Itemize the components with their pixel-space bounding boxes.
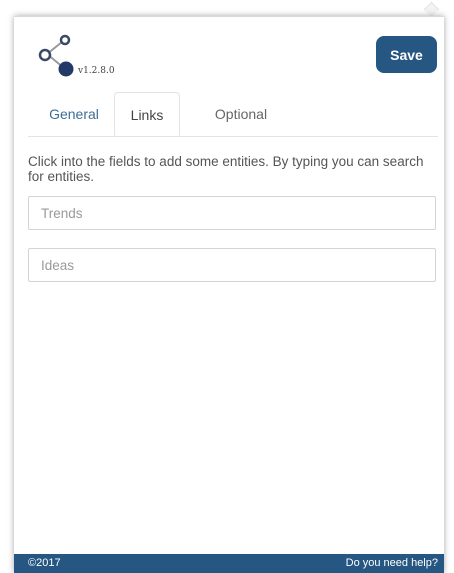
help-link[interactable]: Do you need help?	[346, 554, 438, 573]
save-button[interactable]: Save	[376, 36, 437, 73]
instructions-text: Click into the fields to add some entiti…	[28, 154, 424, 184]
copyright-text: ©2017	[28, 557, 61, 569]
trends-input[interactable]	[28, 196, 436, 230]
tab-optional[interactable]: Optional	[198, 92, 284, 136]
popup-notch	[423, 1, 440, 18]
extension-popup: v1.2.8.0 Save General Links Optional Cli…	[14, 16, 444, 573]
tab-links[interactable]: Links	[114, 92, 180, 136]
footer-bar: ©2017 Do you need help?	[14, 554, 444, 573]
tab-general[interactable]: General	[44, 92, 104, 136]
tab-bar: General Links Optional	[28, 92, 438, 137]
version-label: v1.2.8.0	[78, 66, 115, 76]
ideas-input[interactable]	[28, 248, 436, 282]
